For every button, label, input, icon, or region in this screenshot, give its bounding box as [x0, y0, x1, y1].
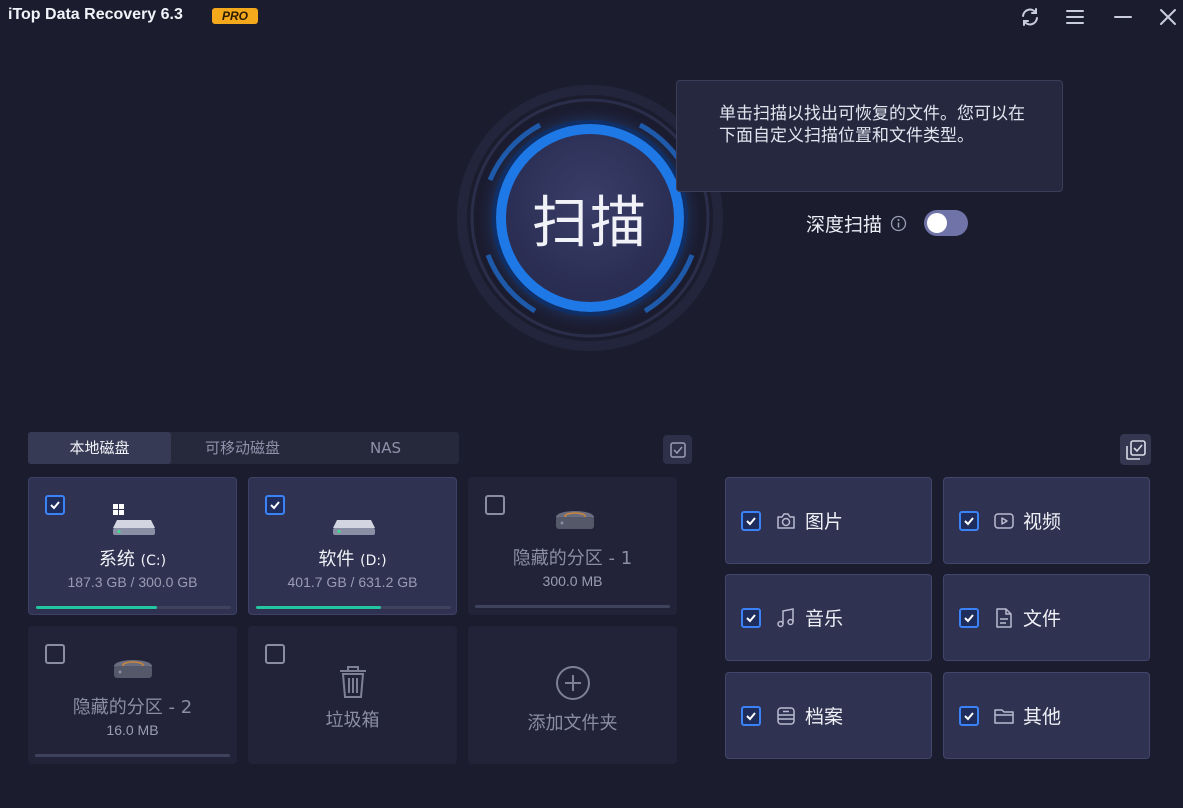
filetype-checkbox[interactable] — [959, 607, 979, 628]
filetype-checkbox[interactable] — [741, 510, 761, 531]
tab-removable-disk[interactable]: 可移动磁盘 — [171, 432, 314, 464]
deep-scan-toggle[interactable] — [924, 210, 969, 236]
drive-card-d[interactable]: 软件 (D:) 401.7 GB / 631.2 GB — [248, 477, 457, 615]
location-tabs: 本地磁盘 可移动磁盘 NAS — [28, 432, 459, 464]
filetype-checkbox[interactable] — [741, 607, 761, 628]
app-title: iTop Data Recovery 6.3 — [8, 6, 183, 23]
usage-bar — [36, 606, 231, 609]
select-all-types-button[interactable] — [1120, 434, 1151, 465]
deep-scan-row: 深度扫描 — [806, 208, 969, 238]
plus-circle-icon — [556, 666, 590, 700]
drive-card-hidden-1[interactable]: 隐藏的分区 - 1 300.0 MB — [468, 477, 677, 615]
add-folder-label: 添加文件夹 — [527, 713, 618, 734]
filetype-label: 图片 — [805, 511, 844, 533]
recycle-bin-card[interactable]: 垃圾箱 — [248, 626, 457, 764]
folder-icon — [994, 708, 1014, 724]
drive-size: 187.3 GB / 300.0 GB — [67, 574, 198, 590]
drive-card-hidden-2[interactable]: 隐藏的分区 - 2 16.0 MB — [28, 626, 237, 764]
drive-size: 300.0 MB — [542, 573, 603, 589]
drive-size: 401.7 GB / 631.2 GB — [287, 574, 418, 590]
check-square-icon — [669, 441, 686, 458]
music-note-icon — [777, 607, 794, 627]
recycle-bin-checkbox[interactable] — [265, 644, 285, 664]
filetype-label: 其他 — [1023, 706, 1062, 728]
trash-icon — [340, 666, 366, 698]
filetype-checkbox[interactable] — [959, 705, 979, 726]
drive-checkbox[interactable] — [45, 495, 65, 515]
hidden-partition-icon — [114, 660, 152, 678]
filetype-label: 档案 — [805, 706, 844, 728]
scan-button-label: 扫描 — [532, 190, 648, 256]
drive-card-c[interactable]: 系统 (C:) 187.3 GB / 300.0 GB — [28, 477, 237, 615]
select-all-drives-button[interactable] — [663, 435, 692, 464]
scan-tooltip: 单击扫描以找出可恢复的文件。您可以在下面自定义扫描位置和文件类型。 — [676, 80, 1063, 192]
filetype-checkbox[interactable] — [741, 705, 761, 726]
filetype-archives[interactable]: 档案 — [725, 672, 932, 759]
tab-nas[interactable]: NAS — [314, 432, 457, 464]
menu-icon[interactable] — [1064, 6, 1086, 28]
play-icon — [994, 512, 1014, 529]
drive-checkbox[interactable] — [265, 495, 285, 515]
drive-icon — [333, 520, 375, 535]
deep-scan-label: 深度扫描 — [806, 213, 883, 236]
drive-name: 软件 (D:) — [318, 549, 387, 570]
recycle-bin-label: 垃圾箱 — [325, 710, 380, 731]
usage-bar — [35, 754, 230, 757]
usage-bar — [256, 606, 451, 609]
filetype-label: 文件 — [1023, 608, 1062, 630]
filetype-videos[interactable]: 视频 — [943, 477, 1150, 564]
system-drive-icon — [113, 504, 155, 535]
pro-badge: PRO — [212, 8, 258, 24]
camera-icon — [777, 512, 795, 529]
document-icon — [996, 607, 1012, 628]
add-folder-card[interactable]: 添加文件夹 — [468, 626, 677, 764]
usage-bar-fill — [36, 606, 157, 609]
hidden-partition-icon — [556, 511, 594, 529]
multi-check-icon — [1125, 439, 1146, 460]
filetype-music[interactable]: 音乐 — [725, 574, 932, 661]
info-icon[interactable] — [890, 215, 907, 232]
toggle-knob — [927, 213, 948, 233]
usage-bar — [475, 605, 670, 608]
close-icon[interactable] — [1157, 6, 1179, 28]
refresh-icon[interactable] — [1019, 6, 1041, 28]
filetype-checkbox[interactable] — [959, 510, 979, 531]
drive-name: 系统 (C:) — [98, 549, 167, 570]
filetype-label: 音乐 — [805, 608, 844, 630]
filetype-documents[interactable]: 文件 — [943, 574, 1150, 661]
drive-checkbox[interactable] — [45, 644, 65, 664]
filetype-label: 视频 — [1023, 511, 1062, 533]
drive-name: 隐藏的分区 - 1 — [512, 548, 633, 569]
filetype-pictures[interactable]: 图片 — [725, 477, 932, 564]
archive-icon — [777, 706, 795, 725]
minimize-icon[interactable] — [1112, 6, 1134, 28]
tab-local-disk[interactable]: 本地磁盘 — [28, 432, 171, 464]
title-bar: iTop Data Recovery 6.3 PRO — [0, 0, 1183, 34]
drive-size: 16.0 MB — [106, 722, 159, 738]
scan-button[interactable]: 扫描 — [496, 124, 684, 312]
usage-bar-fill — [256, 606, 381, 609]
drive-name: 隐藏的分区 - 2 — [72, 697, 193, 718]
filetype-others[interactable]: 其他 — [943, 672, 1150, 759]
drive-checkbox[interactable] — [485, 495, 505, 515]
